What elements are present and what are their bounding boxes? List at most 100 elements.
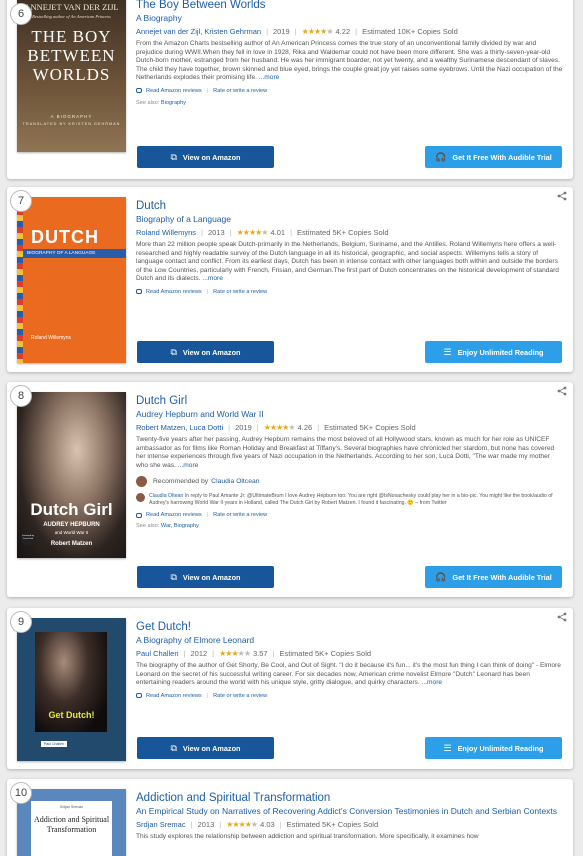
- book-title[interactable]: The Boy Between Worlds: [136, 0, 563, 12]
- comment-icon: [136, 289, 142, 295]
- rank-badge: 10: [10, 782, 32, 804]
- more-link[interactable]: ...more: [259, 74, 280, 81]
- book-meta: Paul Challen | 2012 | ★★★★★ 3.57 | Estimate…: [136, 649, 372, 658]
- view-on-amazon-button[interactable]: ⧉ View on Amazon: [137, 566, 274, 588]
- book-title[interactable]: Dutch: [136, 199, 563, 213]
- book-authors[interactable]: Srdjan Sremac: [136, 820, 186, 829]
- avatar: [136, 476, 147, 488]
- rank-badge: 8: [10, 385, 32, 407]
- book-description: More than 22 million people speak Dutch-…: [136, 241, 559, 283]
- book-title[interactable]: Dutch Girl: [136, 394, 563, 408]
- book-cover[interactable]: Dutch Girl AUDREY HEPBURN and World War …: [17, 392, 126, 558]
- rank-badge: 7: [10, 190, 32, 212]
- tweet-author[interactable]: Claudia Oltean: [149, 493, 183, 499]
- more-link[interactable]: ...more: [202, 275, 223, 282]
- more-link[interactable]: ...more: [178, 462, 199, 469]
- book-card: 7 DUTCH BIOGRAPHY OF A LANGUAGE Roland W…: [7, 187, 573, 372]
- view-on-amazon-button[interactable]: ⧉ View on Amazon: [137, 341, 274, 363]
- rate-review-link[interactable]: Rate or write a review: [213, 693, 267, 699]
- cover-translator: TRANSLATED BY KRISTEN GEHRMAN: [22, 122, 121, 126]
- rate-review-link[interactable]: Rate or write a review: [213, 88, 267, 94]
- read-reviews-link[interactable]: Read Amazon reviews: [146, 289, 202, 295]
- headphones-icon: 🎧: [435, 151, 447, 162]
- cover-author: Roland Willemyns: [31, 335, 72, 341]
- book-info: Addiction and Spiritual Transformation A…: [136, 791, 563, 842]
- external-link-icon: ⧉: [170, 571, 177, 582]
- book-authors[interactable]: Robert Matzen, Luca Dotti: [136, 423, 223, 432]
- cover-subtitle: BIOGRAPHY OF A LANGUAGE: [23, 249, 126, 258]
- book-card: 10 Srdjan Sremac Addiction and Spiritual…: [7, 779, 573, 856]
- book-cover[interactable]: DUTCH BIOGRAPHY OF A LANGUAGE Roland Wil…: [17, 197, 126, 363]
- unlimited-reading-button[interactable]: ☰ Enjoy Unlimited Reading: [425, 341, 562, 363]
- book-rating: 4.03: [260, 820, 275, 829]
- book-year: 2013: [197, 820, 215, 829]
- cover-author: Srdjan Sremac: [59, 805, 84, 809]
- cover-subtitle: AUDREY HEPBURN: [43, 522, 100, 528]
- star-rating-icon: ★★★★★: [236, 228, 269, 237]
- see-also: See also: Biography: [136, 99, 187, 106]
- book-info: The Boy Between Worlds A Biography Annej…: [136, 0, 563, 106]
- book-icon: ☰: [443, 346, 452, 357]
- rate-review-link[interactable]: Rate or write a review: [213, 512, 267, 518]
- book-subtitle: Audrey Hepburn and World War II: [136, 409, 264, 419]
- rank-badge: 6: [10, 3, 32, 25]
- book-meta: Annejet van der Zijl, Kristen Gehrman | 2…: [136, 27, 458, 36]
- book-icon: ☰: [443, 742, 452, 753]
- book-subtitle: A Biography of Elmore Leonard: [136, 635, 255, 645]
- see-also: See also: War, Biography: [136, 523, 199, 530]
- book-rating: 4.01: [270, 228, 286, 237]
- book-authors[interactable]: Annejet van der Zijl, Kristen Gehrman: [136, 27, 261, 36]
- read-reviews-link[interactable]: Read Amazon reviews: [146, 512, 202, 518]
- book-subtitle: A Biography: [136, 13, 182, 23]
- cover-foreword-badge: Foreword by Luca Dotti: [21, 532, 35, 546]
- book-subtitle: An Empirical Study on Narratives of Reco…: [136, 806, 558, 816]
- audible-trial-button[interactable]: 🎧 Get It Free With Audible Trial: [425, 566, 562, 588]
- read-reviews-link[interactable]: Read Amazon reviews: [146, 693, 202, 699]
- comment-icon: [136, 88, 142, 94]
- book-meta: Roland Willemyns | 2013 | ★★★★★ 4.01 | Esti…: [136, 228, 389, 237]
- review-links: Read Amazon reviews | Rate or write a rev…: [136, 512, 563, 518]
- cover-blurb: Bestselling author of An American Prince…: [32, 14, 111, 19]
- book-title[interactable]: Addiction and Spiritual Transformation: [136, 791, 563, 805]
- recommender-name[interactable]: Claudia Oltcean: [211, 478, 259, 485]
- book-cover[interactable]: ANNEJET VAN DER ZIJL Bestselling author …: [17, 0, 126, 152]
- book-meta: Robert Matzen, Luca Dotti | 2019 | ★★★★★ 4…: [136, 423, 416, 432]
- more-link[interactable]: ...more: [422, 679, 443, 686]
- book-info: Dutch Girl Audrey Hepburn and World War …: [136, 394, 563, 529]
- book-meta: Srdjan Sremac | 2013 | ★★★★★ 4.03 | Estimat…: [136, 820, 379, 829]
- view-on-amazon-button[interactable]: ⧉ View on Amazon: [137, 737, 274, 759]
- book-authors[interactable]: Roland Willemyns: [136, 228, 196, 237]
- star-rating-icon: ★★★★★: [226, 820, 258, 829]
- star-rating-icon: ★★★★★: [263, 423, 296, 432]
- recommended-by: Recommended by Claudia Oltcean: [136, 476, 563, 488]
- book-cover[interactable]: Srdjan Sremac Addiction and Spiritual Tr…: [17, 789, 126, 856]
- cover-author: ANNEJET VAN DER ZIJL: [24, 2, 119, 12]
- external-link-icon: ⧉: [170, 346, 177, 357]
- book-info: Get Dutch! A Biography of Elmore Leonard…: [136, 620, 563, 699]
- audible-trial-button[interactable]: 🎧 Get It Free With Audible Trial: [425, 146, 562, 168]
- book-copies: Estimated 5K+ Copies Sold: [324, 423, 416, 432]
- book-rating: 3.57: [252, 649, 268, 658]
- book-title[interactable]: Get Dutch!: [136, 620, 563, 634]
- read-reviews-link[interactable]: Read Amazon reviews: [146, 88, 202, 94]
- cover-title: Addiction and Spiritual Transformation: [33, 815, 110, 834]
- see-also-link[interactable]: War, Biography: [161, 523, 199, 529]
- cover-title: DUTCH: [31, 227, 99, 247]
- rate-review-link[interactable]: Rate or write a review: [213, 289, 267, 295]
- book-card: 9 Get Dutch! Paul Challen Get Dutch! A B…: [7, 608, 573, 769]
- unlimited-reading-button[interactable]: ☰ Enjoy Unlimited Reading: [425, 737, 562, 759]
- headphones-icon: 🎧: [435, 571, 447, 582]
- book-description: The biography of the author of Get Short…: [136, 662, 561, 687]
- book-description: From the Amazon Charts bestselling autho…: [136, 40, 563, 82]
- book-copies: Estimated 5K+ Copies Sold: [286, 820, 379, 829]
- book-info: Dutch Biography of a Language Roland Wil…: [136, 199, 563, 295]
- book-authors[interactable]: Paul Challen: [136, 649, 179, 658]
- book-cover[interactable]: Get Dutch! Paul Challen: [17, 618, 126, 761]
- book-rating: 4.22: [335, 27, 351, 36]
- book-copies: Estimated 5K+ Copies Sold: [297, 228, 389, 237]
- see-also-link[interactable]: Biography: [161, 100, 186, 106]
- cover-title: Get Dutch!: [48, 710, 95, 720]
- tweet-quote: Claudia Oltean In reply to Paul Amante J…: [136, 493, 563, 507]
- star-rating-icon: ★★★★★: [219, 649, 251, 658]
- view-on-amazon-button[interactable]: ⧉ View on Amazon: [137, 146, 274, 168]
